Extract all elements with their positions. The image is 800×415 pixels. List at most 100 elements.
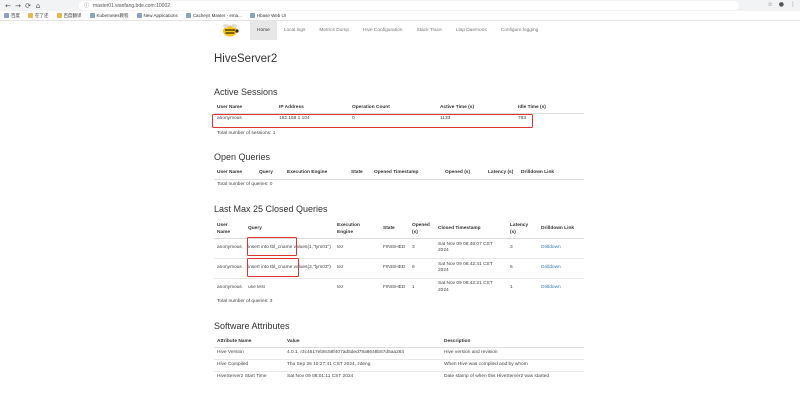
hive-bee-logo-icon[interactable] [220,22,240,38]
bookmark-item[interactable]: 百度 [4,13,20,19]
open-queries-total: Total number of queries: 0 [217,182,273,187]
menu-icon[interactable]: ⋮ [790,1,796,8]
bookmark-item[interactable]: 在了还 [28,13,49,19]
closed-queries-heading: Last Max 25 Closed Queries [214,204,328,214]
cell-value: Sat Nov 09 08:01:11 CST 2024 [284,370,441,383]
nav-configure-logging[interactable]: Configure logging [494,21,546,40]
page-title: HiveServer2 [214,53,278,65]
cell-drilldown: Drilldown [538,277,584,297]
drilldown-link[interactable]: Drilldown [541,285,561,290]
cell-user: anonymous [214,277,245,297]
cell-description: Hive version and revision [441,346,584,359]
address-bar[interactable]: ⓘ master01.wanfang.bde.com:10002 [79,1,739,10]
software-attributes-table: Attribute Name Value Description Hive Ve… [214,336,584,383]
cell-latency: 3 [507,237,538,258]
nav-metrics-dump[interactable]: Metrics Dump [312,21,356,40]
nav-home[interactable]: Home [250,21,277,40]
cell-opened: 3 [409,237,435,258]
column-header: Active Time (s) [437,103,515,114]
highlight-box [247,258,299,277]
column-header: Opened Timestamp [371,167,442,180]
profile-icon[interactable]: ● [779,1,784,8]
cell-attribute: HiveServer2 Start Time [214,370,284,383]
column-header: User Name [214,167,256,180]
bookmark-item[interactable]: New Applications [136,13,178,18]
cell-closed-timestamp: Sat Nov 09 08:42:41 CST 2024 [435,257,507,278]
highlight-box [247,237,297,256]
favicon-icon [89,13,95,18]
column-header: User Name [214,103,276,114]
bookmark-item[interactable]: Hbase Web UI [249,13,286,18]
cell-description: When Hive was compiled and by whom [441,358,584,371]
cell-attribute: Hive Version [214,346,284,359]
column-header: IP Address [276,103,349,114]
cell-latency: 6 [507,257,538,278]
column-header: State [380,220,409,239]
cell-attribute: Hive Compiled [214,358,284,371]
open-queries-table: User Name Query Execution Engine State O… [214,167,584,180]
column-header: Latency (s) [485,167,518,180]
cell-drilldown: Drilldown [538,257,584,278]
bookmark-item[interactable]: Cacheys Master - ema... [185,13,242,18]
cell-state: FINISHED [380,277,409,297]
column-header: Value [284,336,441,348]
cell-description: Date stamp of when this HiveServer2 was … [441,370,584,383]
cell-value: 4.0.1, r3c4617eb8c58f407ad5ded78a8648b57… [284,346,441,359]
drilldown-link[interactable]: Drilldown [541,245,561,250]
column-header: Drilldown Link [518,167,584,180]
cell-state: FINISHED [380,257,409,278]
table-row: anonymous use test tez FINISHED 1 Sat No… [214,277,584,297]
closed-queries-total: Total number of queries: 3 [217,299,273,304]
software-attributes-heading: Software Attributes [214,321,290,331]
nav-stack-trace[interactable]: Stack Trace [409,21,448,40]
reload-icon[interactable]: ⟳ [23,1,33,11]
favicon-icon [185,13,191,18]
cell-user: anonymous [214,257,245,278]
column-header: Idle Time (s) [515,103,584,114]
column-header: Attribute Name [214,336,284,348]
folder-icon [28,13,33,18]
table-row: Hive Version 4.0.1, r3c4617eb8c58f407ad5… [214,346,584,359]
folder-icon [56,13,62,18]
column-header: Execution Engine [284,167,348,180]
column-header: State [348,167,371,180]
drilldown-link[interactable]: Drilldown [541,265,561,270]
nav-hive-configuration[interactable]: Hive Configuration [356,21,409,40]
highlight-box [212,114,533,128]
nav-local-logs[interactable]: Local logs [277,21,313,40]
bookmark-star-icon[interactable]: ☆ [767,1,772,8]
cell-closed-timestamp: Sat Nov 09 08:48:07 CST 2024 [435,237,507,258]
home-icon[interactable]: ⌂ [33,1,43,11]
cell-user: anonymous [214,237,245,258]
back-arrow-icon[interactable]: ← [3,1,13,11]
column-header: Operation Count [349,103,437,114]
bookmark-item[interactable]: Kubernetes教程 [89,13,129,19]
sessions-total: Total number of sessions: 1 [217,131,276,136]
cell-query: use test [245,277,334,297]
table-row: HiveServer2 Start Time Sat Nov 09 08:01:… [214,370,584,383]
column-header: Closed Timestamp [435,220,507,239]
favicon-icon [4,13,9,18]
table-row: Hive Compiled Thu Sep 26 10:27:41 CST 20… [214,358,584,371]
column-header: Opened (s) [409,220,435,239]
column-header: Drilldown Link [538,220,584,239]
column-header: Opened (s) [442,167,485,180]
cell-closed-timestamp: Sat Nov 09 08:42:21 CST 2024 [435,277,507,297]
cell-opened: 1 [409,277,435,297]
column-header: Latency (s) [507,220,538,239]
browser-toolbar: ← → ⟳ ⌂ ⓘ master01.wanfang.bde.com:10002… [0,0,800,11]
insecure-icon[interactable]: ⓘ [84,2,89,9]
forward-arrow-icon[interactable]: → [13,1,23,11]
bookmark-item[interactable]: 百度翻译 [56,13,82,19]
column-header: User Name [214,220,245,239]
favicon-icon [249,13,255,18]
site-navbar: Home Local logs Metrics Dump Hive Config… [0,21,800,40]
bookmarks-bar: 百度 在了还 百度翻译 Kubernetes教程 New Application… [0,11,800,21]
cell-drilldown: Drilldown [538,237,584,258]
column-header: Query [256,167,284,180]
cell-opened: 6 [409,257,435,278]
nav-llap-daemons[interactable]: Llap Daemons [449,21,494,40]
column-header: Execution Engine [334,220,380,239]
cell-engine: tez [334,277,380,297]
cell-state: FINISHED [380,237,409,258]
